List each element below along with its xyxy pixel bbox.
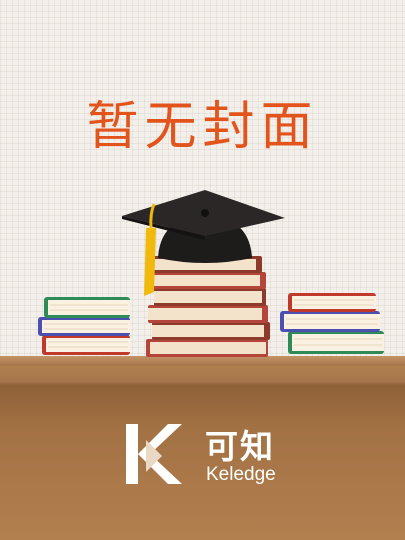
right-book-stack <box>280 293 384 354</box>
keledge-k-logo-icon <box>126 424 182 484</box>
book-cover-placeholder: 暂无封面 可知 Keledge <box>0 0 405 540</box>
center-book-stack <box>146 256 270 357</box>
books-illustration <box>38 190 384 357</box>
brand-name-en: Keledge <box>206 464 276 485</box>
brand-name-cn: 可知 <box>205 427 275 466</box>
book-stack-icon <box>38 297 130 355</box>
